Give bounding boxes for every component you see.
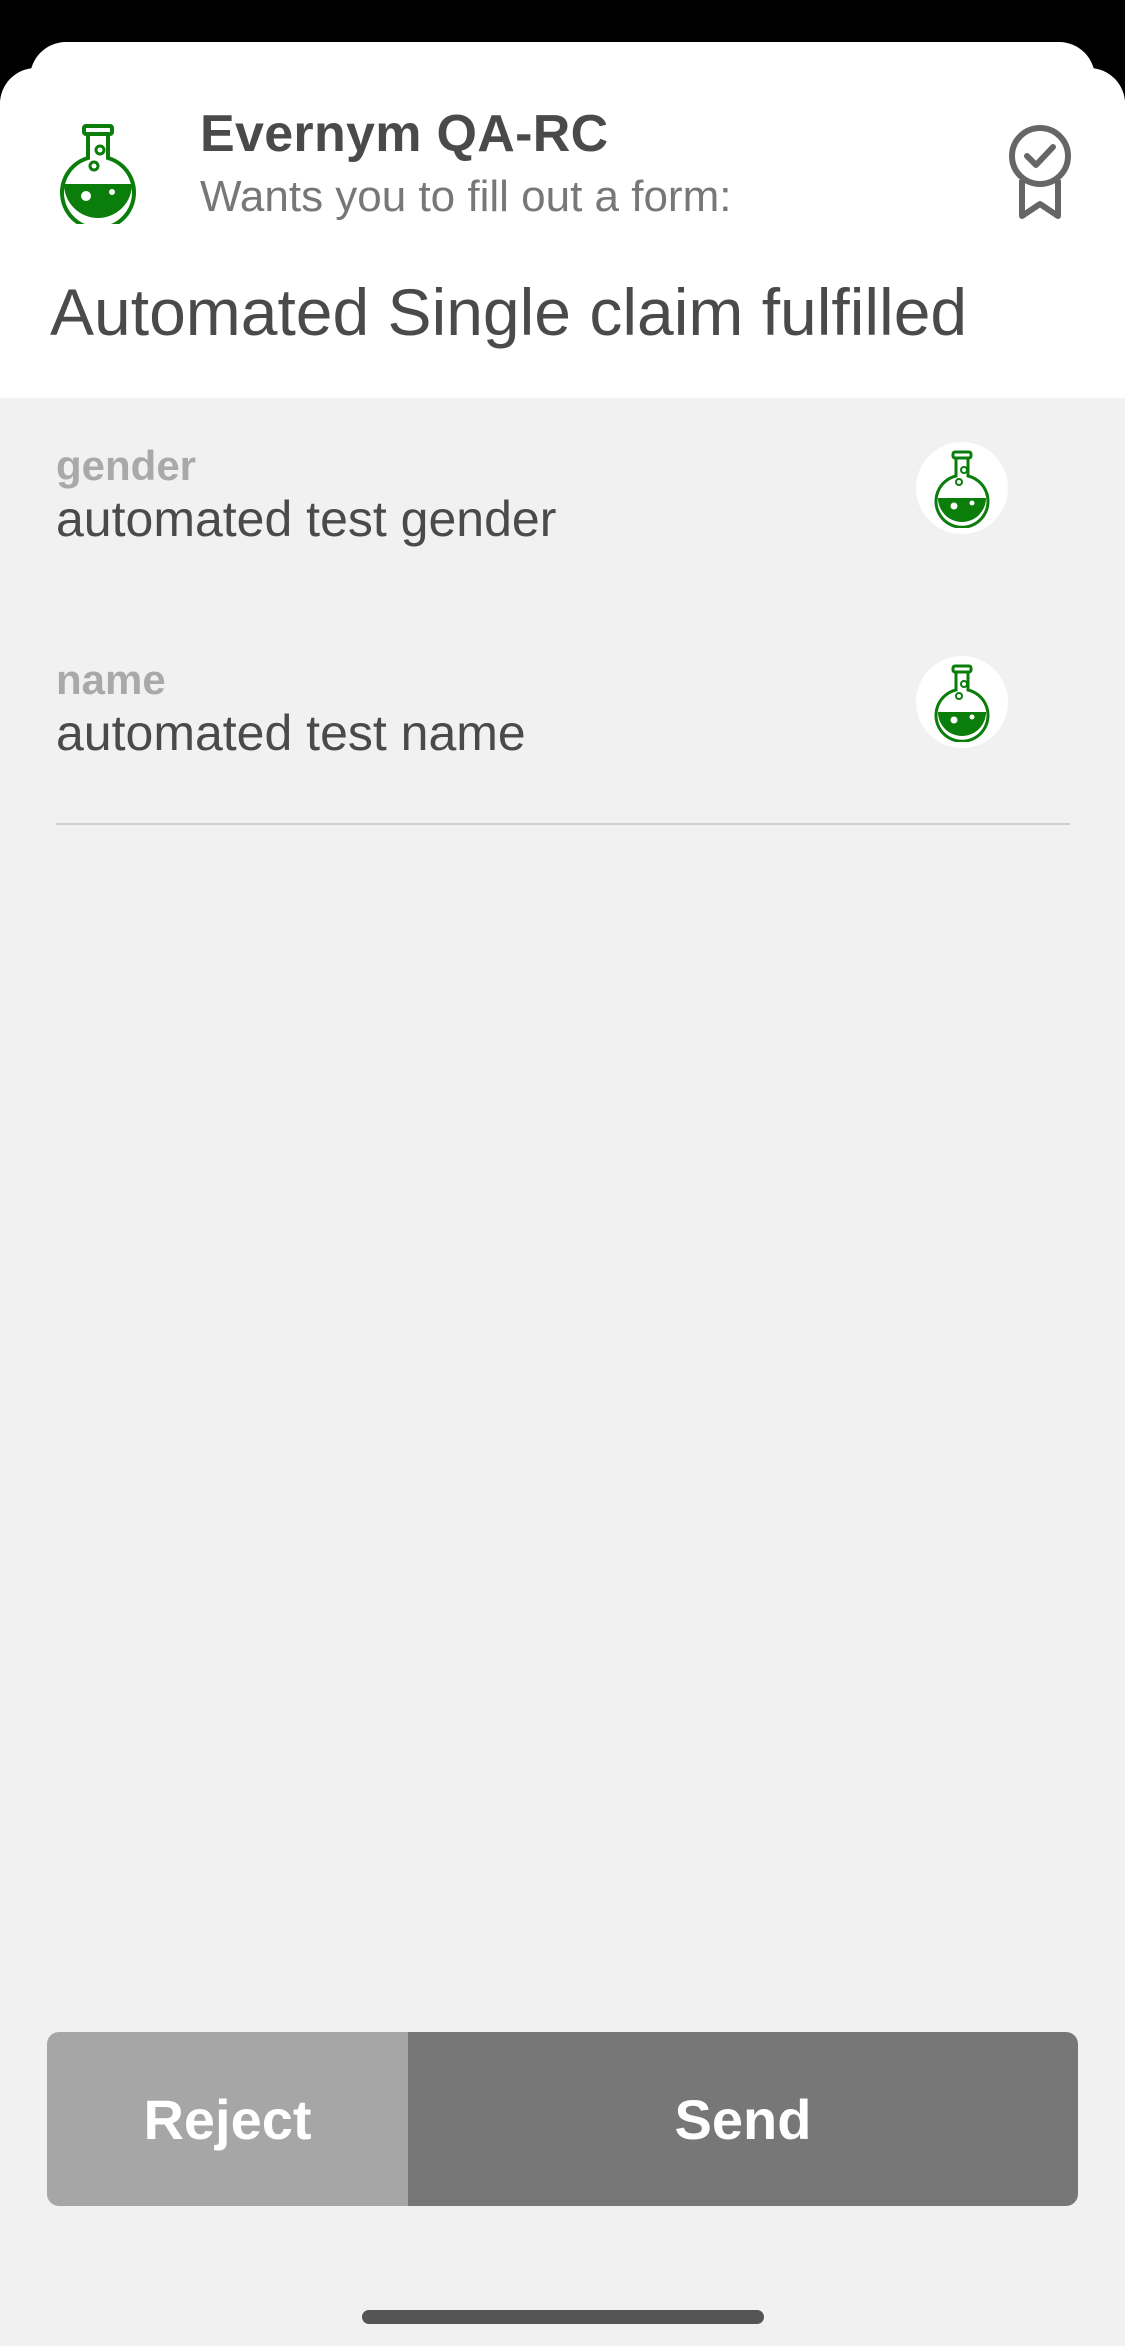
flask-icon bbox=[916, 442, 1008, 534]
attribute-row-name: name automated test name bbox=[56, 656, 1070, 816]
attribute-value: automated test gender bbox=[56, 491, 557, 547]
attribute-value: automated test name bbox=[56, 705, 526, 761]
attributes-divider bbox=[56, 823, 1070, 825]
home-indicator[interactable] bbox=[362, 2310, 764, 2324]
request-header: Evernym QA-RC Wants you to fill out a fo… bbox=[0, 68, 1125, 398]
org-logo-flask-icon bbox=[56, 120, 140, 231]
attribute-row-gender: gender automated test gender bbox=[56, 442, 1070, 602]
verified-credential-badge-icon bbox=[1000, 120, 1080, 220]
send-button[interactable]: Send bbox=[408, 2032, 1078, 2206]
action-bar: Reject Send bbox=[47, 2032, 1078, 2206]
request-subtitle: Wants you to fill out a form: bbox=[200, 172, 732, 221]
reject-button[interactable]: Reject bbox=[47, 2032, 408, 2206]
flask-icon bbox=[916, 656, 1008, 748]
form-title: Automated Single claim fulfilled bbox=[50, 275, 968, 349]
org-name: Evernym QA-RC bbox=[200, 105, 609, 163]
form-request-sheet: Evernym QA-RC Wants you to fill out a fo… bbox=[0, 68, 1125, 2346]
attribute-label: name bbox=[56, 656, 166, 703]
attribute-label: gender bbox=[56, 442, 197, 489]
